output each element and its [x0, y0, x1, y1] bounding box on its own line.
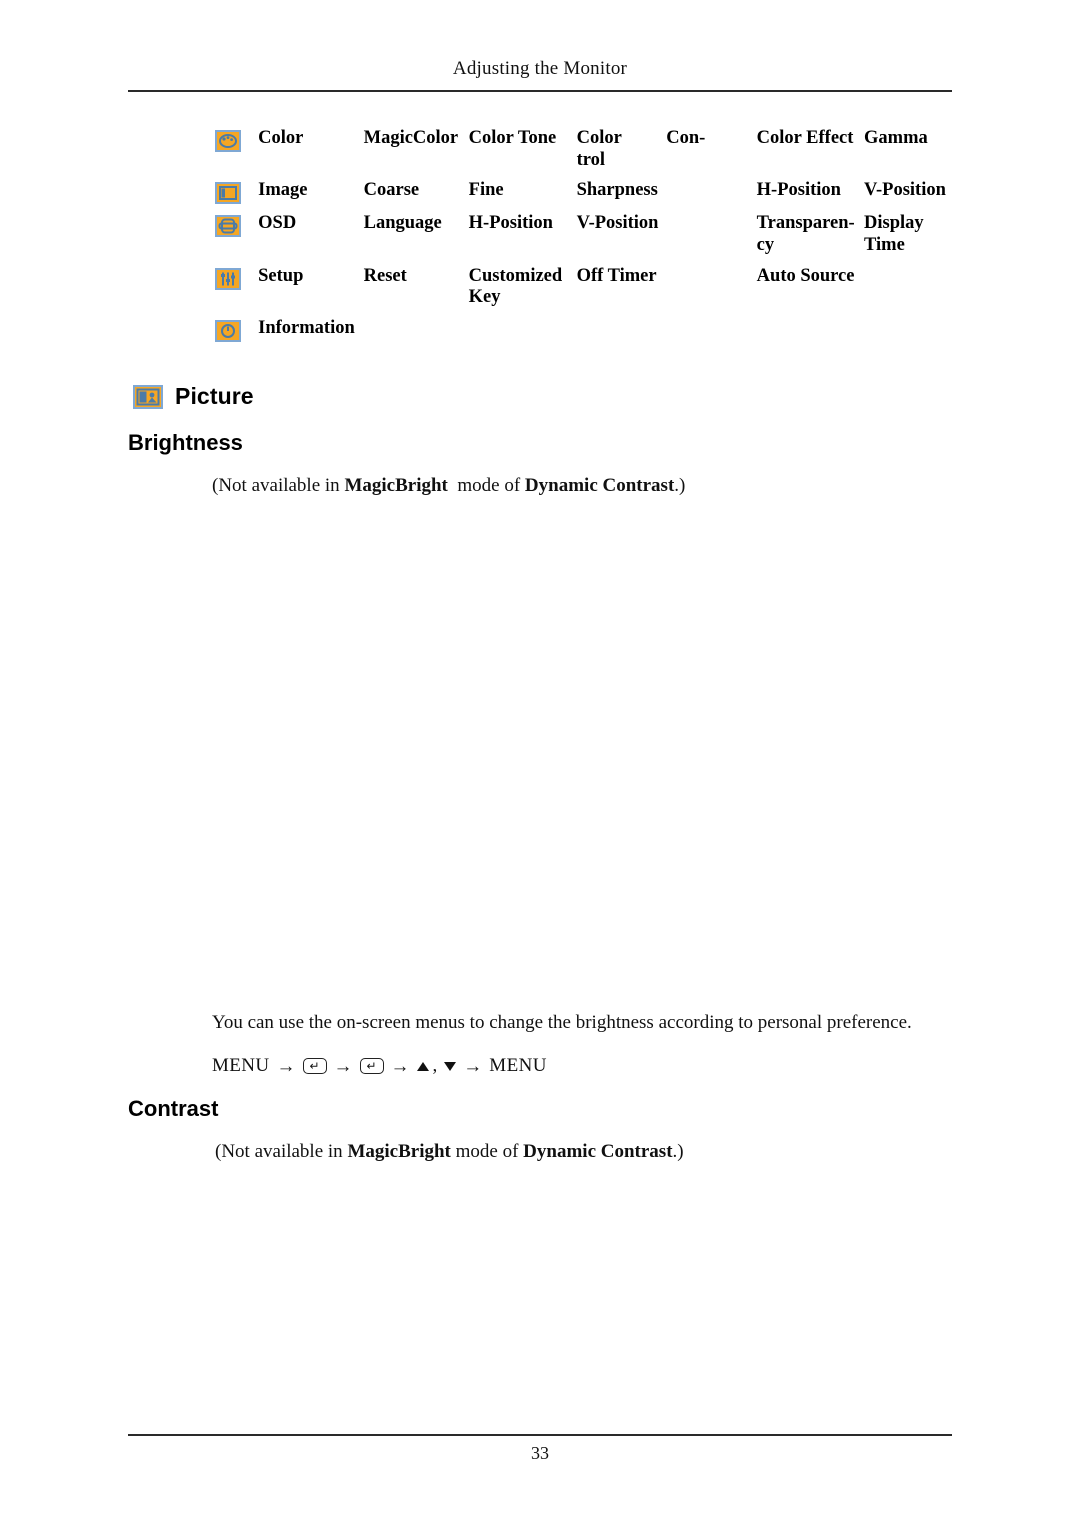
menu-item-language: Language — [363, 213, 442, 234]
menu-item-empty — [666, 266, 756, 318]
menu-item-off-timer: Off Timer — [576, 265, 657, 286]
menu-item-customized-key-line1: Customized — [468, 265, 563, 286]
nav-menu-start: MENU — [212, 1055, 270, 1076]
menu-item-con-fragment: Con- — [666, 128, 706, 148]
menu-row-label-color: Color — [258, 128, 304, 148]
table-row: Image Coarse Fine Sharpness H-Position V… — [215, 180, 960, 213]
menu-item-color-control-line1: Color — [576, 128, 622, 148]
setup-sliders-icon — [215, 267, 241, 290]
menu-item-empty — [577, 318, 667, 351]
image-frame-icon — [215, 182, 241, 205]
note-middle: mode of — [450, 1141, 524, 1162]
section-heading-picture: Picture — [133, 383, 254, 410]
menu-item-customized-key: Customized Key — [469, 266, 577, 318]
contrast-availability-note: (Not available in MagicBright mode of Dy… — [215, 1141, 684, 1163]
nav-menu-end: MENU — [489, 1055, 547, 1076]
menu-icon-cell — [215, 266, 258, 318]
note-bold-magicbright: MagicBright — [344, 475, 448, 496]
brightness-availability-note: (Not available in MagicBright mode of Dy… — [212, 475, 685, 497]
menu-row-label-information: Information — [258, 317, 355, 338]
menu-row-label-image: Image — [258, 180, 308, 201]
note-prefix: (Not available in — [215, 1141, 348, 1162]
menu-row-label-setup: Setup — [258, 265, 304, 286]
menu-icon-cell — [215, 213, 258, 265]
menu-item-h-position-osd: H-Position — [468, 213, 553, 234]
menu-row-label-osd: OSD — [258, 213, 297, 234]
menu-item-empty — [864, 266, 960, 318]
section-heading-brightness: Brightness — [128, 430, 243, 455]
note-middle: mode of — [452, 475, 525, 496]
menu-item-gamma: Gamma — [864, 128, 928, 148]
menu-item-transparency-line2: cy — [756, 234, 775, 255]
menu-item-empty — [757, 318, 864, 351]
menu-icon-cell — [215, 180, 258, 213]
brightness-menu-path: MENU → ↵ → ↵ → , → MENU — [212, 1055, 547, 1077]
footer-rule — [128, 1434, 952, 1436]
information-clock-icon — [215, 319, 241, 342]
arrow-right-icon: → — [276, 1055, 296, 1077]
table-row: OSD Language H-Position V-Position Trans… — [215, 213, 960, 265]
arrow-up-icon — [416, 1061, 429, 1071]
menu-icon-cell — [215, 128, 258, 180]
menu-item-h-position-image: H-Position — [756, 180, 841, 201]
running-header-title: Adjusting the Monitor — [452, 58, 628, 79]
menu-item-display-time: Display Time — [864, 213, 924, 255]
header-rule — [128, 90, 952, 92]
menu-icon-cell — [215, 318, 258, 351]
menu-item-empty — [864, 318, 960, 351]
table-row: Information — [215, 318, 960, 351]
menu-item-customized-key-line2: Key — [468, 287, 501, 308]
arrow-right-icon: → — [390, 1055, 410, 1077]
document-page: Adjusting the Monitor Color MagicColor C… — [0, 0, 1080, 1527]
note-bold-dynamic-contrast: Dynamic Contrast — [524, 475, 675, 496]
enter-key-icon: ↵ — [302, 1058, 327, 1074]
menu-item-magiccolor: MagicColor — [363, 128, 459, 148]
menu-item-fine: Fine — [468, 180, 504, 201]
color-palette-icon — [215, 130, 241, 152]
menu-item-color-control: Color trol — [577, 128, 667, 180]
note-bold-dynamic-contrast: Dynamic Contrast — [523, 1141, 673, 1162]
table-row: Setup Reset Customized Key Off Timer Aut… — [215, 266, 960, 318]
table-row: Color MagicColor Color Tone Color trol C… — [215, 128, 960, 180]
section-heading-contrast: Contrast — [128, 1096, 219, 1121]
enter-key-icon: ↵ — [359, 1058, 384, 1074]
osd-screen-icon — [215, 215, 241, 238]
menu-item-v-position-image: V-Position — [864, 180, 946, 201]
menu-item-color-effect: Color Effect — [756, 128, 854, 148]
menu-item-empty — [364, 318, 469, 351]
menu-item-color-control-line2: trol — [576, 149, 606, 170]
note-prefix: (Not available in — [212, 475, 345, 496]
note-bold-magicbright: MagicBright — [347, 1141, 451, 1162]
osd-menu-map-table: Color MagicColor Color Tone Color trol C… — [215, 128, 960, 351]
menu-item-v-position-osd: V-Position — [576, 213, 659, 234]
menu-item-empty — [666, 213, 756, 265]
picture-thumbnail-icon — [133, 384, 163, 409]
menu-item-transparency: Transparen- cy — [757, 213, 864, 265]
page-title: Picture — [175, 383, 254, 409]
menu-item-coarse: Coarse — [363, 180, 420, 201]
arrow-down-icon — [444, 1061, 457, 1071]
menu-item-empty — [666, 318, 756, 351]
arrow-right-icon: → — [463, 1055, 483, 1077]
arrow-right-icon: → — [333, 1055, 353, 1077]
brightness-body-text: You can use the on-screen menus to chang… — [212, 1012, 912, 1033]
menu-item-empty — [666, 180, 756, 213]
menu-item-empty — [469, 318, 577, 351]
note-suffix: .) — [674, 475, 686, 496]
page-number: 33 — [531, 1443, 549, 1463]
menu-item-color-tone: Color Tone — [468, 128, 557, 148]
menu-item-auto-source: Auto Source — [756, 265, 855, 286]
nav-comma: , — [432, 1055, 438, 1076]
menu-item-sharpness: Sharpness — [576, 180, 658, 201]
menu-item-reset: Reset — [363, 265, 407, 286]
menu-item-transparency-line1: Transparen- — [756, 213, 855, 234]
note-suffix: .) — [672, 1141, 684, 1162]
